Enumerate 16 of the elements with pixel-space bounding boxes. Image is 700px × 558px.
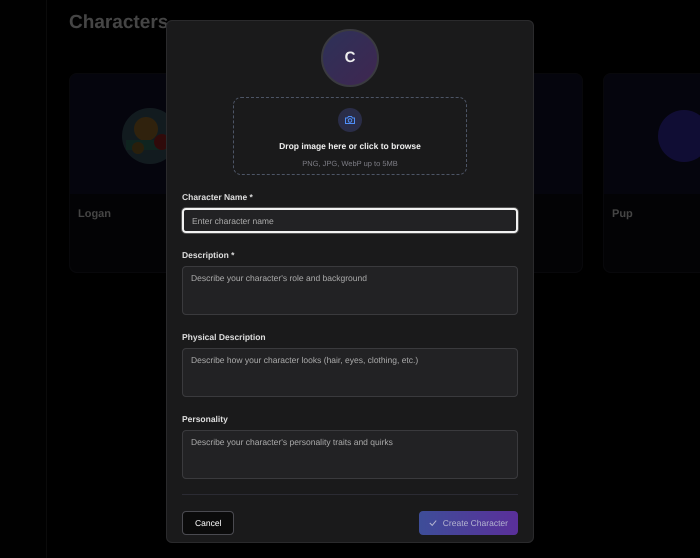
card-title: Pup (612, 206, 633, 222)
field-label: Description * (182, 250, 236, 260)
card-title: Logan (78, 206, 111, 222)
camera-icon (338, 108, 362, 132)
upload-title: Drop image here or click to browse (279, 140, 421, 153)
text-area[interactable]: Describe your character's personality traits and quirks (182, 430, 518, 479)
field-label: Physical Description (182, 332, 267, 342)
cancel-button[interactable]: Cancel (182, 511, 234, 535)
page-title: Characters (69, 12, 170, 35)
avatar: C (321, 29, 379, 87)
text-area[interactable]: Describe your character's role and background (182, 266, 518, 315)
text-area[interactable]: Describe how your character looks (hair, eyes, clothing, etc.) (182, 348, 518, 397)
input-field[interactable]: Enter character name (182, 208, 518, 233)
field-label: Character Name * (182, 192, 254, 202)
check-icon (428, 519, 437, 527)
field-label: Personality (182, 414, 229, 424)
